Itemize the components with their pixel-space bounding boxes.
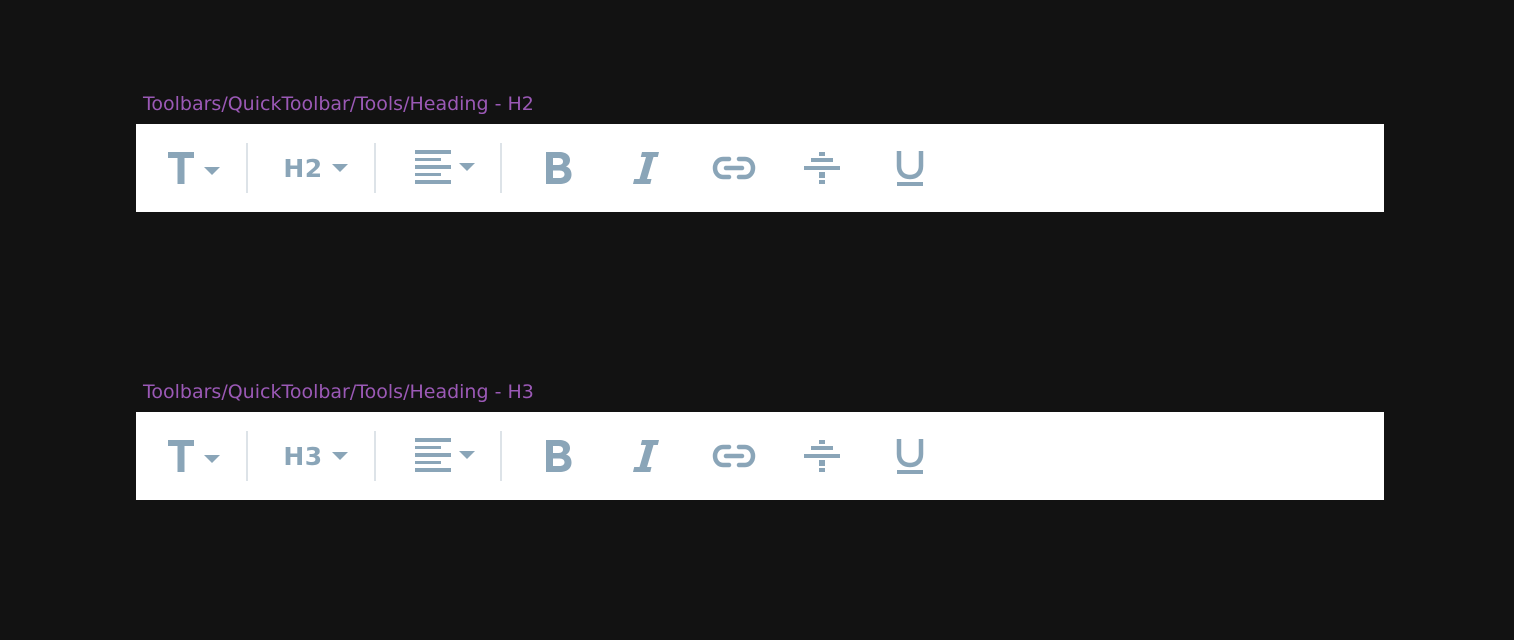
italic-button[interactable] <box>624 124 668 212</box>
align-left-icon <box>415 150 475 184</box>
toolbar-separator <box>246 143 248 193</box>
chevron-down-icon <box>331 452 348 460</box>
link-icon <box>712 156 756 180</box>
italic-icon <box>633 440 659 472</box>
text-type-icon <box>168 152 220 184</box>
frame-label: Toolbars/QuickToolbar/Tools/Heading - H2 <box>143 93 534 115</box>
heading-value: H3 <box>283 441 323 471</box>
text-type-dropdown[interactable] <box>162 412 224 500</box>
underline-button[interactable] <box>888 412 932 500</box>
align-left-icon <box>415 438 475 472</box>
text-type-dropdown[interactable] <box>162 124 224 212</box>
strikethrough-icon <box>804 440 840 472</box>
heading-value: H2 <box>283 153 323 183</box>
toolbar-separator <box>374 143 376 193</box>
align-dropdown[interactable] <box>412 412 480 500</box>
underline-button[interactable] <box>888 124 932 212</box>
strikethrough-button[interactable] <box>800 412 844 500</box>
toolbar-separator <box>500 143 502 193</box>
bold-icon <box>546 440 572 472</box>
underline-icon <box>896 439 924 474</box>
strikethrough-icon <box>804 152 840 184</box>
quick-toolbar: H3 <box>136 412 1384 500</box>
underline-icon <box>896 151 924 186</box>
strikethrough-button[interactable] <box>800 124 844 212</box>
toolbar-separator <box>374 431 376 481</box>
bold-button[interactable] <box>536 124 580 212</box>
heading-dropdown[interactable]: H3 <box>278 412 354 500</box>
align-dropdown[interactable] <box>412 124 480 212</box>
chevron-down-icon <box>331 164 348 172</box>
frame-label: Toolbars/QuickToolbar/Tools/Heading - H3 <box>143 381 534 403</box>
link-button[interactable] <box>710 124 758 212</box>
link-button[interactable] <box>710 412 758 500</box>
bold-icon <box>546 152 572 184</box>
toolbar-separator <box>246 431 248 481</box>
link-icon <box>712 444 756 468</box>
quick-toolbar: H2 <box>136 124 1384 212</box>
italic-icon <box>633 152 659 184</box>
italic-button[interactable] <box>624 412 668 500</box>
toolbar-separator <box>500 431 502 481</box>
text-type-icon <box>168 440 220 472</box>
heading-dropdown[interactable]: H2 <box>278 124 354 212</box>
bold-button[interactable] <box>536 412 580 500</box>
